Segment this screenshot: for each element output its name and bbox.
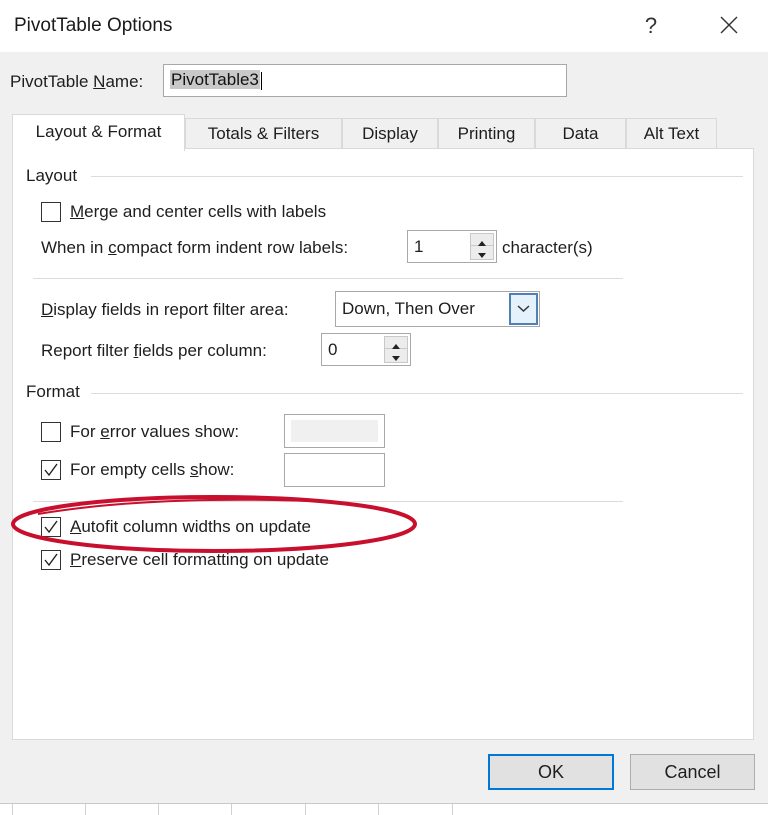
autofit-label: Autofit column widths on update xyxy=(70,517,311,536)
pivot-name-input[interactable]: PivotTable3 xyxy=(163,64,567,97)
grid-line xyxy=(231,804,232,815)
display-fields-value: Down, Then Over xyxy=(342,299,475,318)
layout-separator xyxy=(33,278,623,279)
layout-group-line xyxy=(91,176,743,177)
error-values-input[interactable] xyxy=(284,414,385,448)
chevron-down-icon xyxy=(517,305,530,313)
tab-layout-format[interactable]: Layout & Format xyxy=(12,114,185,151)
dropdown-arrow-button[interactable] xyxy=(509,293,538,325)
error-values-checkbox[interactable] xyxy=(41,422,61,442)
merge-center-checkbox[interactable] xyxy=(41,202,61,222)
filter-per-column-spinner[interactable]: 0 xyxy=(321,333,411,366)
title-bar: PivotTable Options ? xyxy=(0,0,768,52)
display-fields-dropdown[interactable]: Down, Then Over xyxy=(335,291,540,327)
filter-up-button[interactable] xyxy=(385,337,407,349)
format-group-title: Format xyxy=(26,382,88,402)
filter-per-column-label: Report filter fields per column: xyxy=(41,341,267,360)
empty-cells-checkbox[interactable] xyxy=(41,460,61,480)
indent-down-button[interactable] xyxy=(471,247,493,259)
format-separator xyxy=(33,501,623,502)
underlying-spreadsheet-grid xyxy=(0,803,768,815)
help-button[interactable]: ? xyxy=(636,10,666,42)
merge-center-label: Merge and center cells with labels xyxy=(70,202,327,221)
autofit-checkbox[interactable] xyxy=(41,517,61,537)
layout-group-title: Layout xyxy=(26,166,86,186)
preserve-formatting-label: Preserve cell formatting on update xyxy=(70,550,329,569)
empty-cells-label: For empty cells show: xyxy=(70,460,235,479)
pivot-name-label: PivotTable Name: xyxy=(10,72,144,91)
text-caret xyxy=(260,71,262,90)
error-values-label: For error values show: xyxy=(70,422,240,441)
tab-panel-layout-format: Layout Merge and center cells with label… xyxy=(12,148,754,740)
tab-printing[interactable]: Printing xyxy=(438,118,535,150)
filter-down-button[interactable] xyxy=(385,350,407,362)
grid-line xyxy=(158,804,159,815)
pivot-name-value: PivotTable3 xyxy=(170,70,260,89)
format-group-line xyxy=(91,393,743,394)
display-fields-label: Display fields in report filter area: xyxy=(41,300,289,319)
indent-value: 1 xyxy=(414,237,424,256)
empty-cells-input[interactable] xyxy=(284,453,385,487)
close-icon xyxy=(720,16,738,34)
triangle-down-icon xyxy=(392,356,400,361)
ok-button[interactable]: OK xyxy=(488,754,614,790)
error-values-input-disabled-fill xyxy=(291,420,378,442)
filter-per-column-value: 0 xyxy=(328,340,338,359)
indent-spinner[interactable]: 1 xyxy=(407,230,497,263)
close-button[interactable] xyxy=(712,10,746,42)
tab-alt-text[interactable]: Alt Text xyxy=(626,118,717,150)
tab-display[interactable]: Display xyxy=(342,118,438,150)
tab-totals-filters[interactable]: Totals & Filters xyxy=(185,118,342,150)
grid-line xyxy=(452,804,453,815)
indent-label: When in compact form indent row labels: xyxy=(41,238,349,257)
checkmark-icon xyxy=(44,463,58,477)
grid-line xyxy=(305,804,306,815)
dialog-title: PivotTable Options xyxy=(14,15,173,36)
checkmark-icon xyxy=(44,553,58,567)
checkmark-icon xyxy=(44,520,58,534)
grid-line xyxy=(378,804,379,815)
grid-line xyxy=(12,804,13,815)
preserve-formatting-checkbox[interactable] xyxy=(41,550,61,570)
indent-spinner-buttons xyxy=(470,233,494,260)
indent-suffix: character(s) xyxy=(502,238,593,257)
tab-data[interactable]: Data xyxy=(535,118,626,150)
filter-spinner-buttons xyxy=(384,336,408,363)
triangle-down-icon xyxy=(478,253,486,258)
grid-line xyxy=(85,804,86,815)
indent-up-button[interactable] xyxy=(471,234,493,246)
cancel-button[interactable]: Cancel xyxy=(630,754,755,790)
